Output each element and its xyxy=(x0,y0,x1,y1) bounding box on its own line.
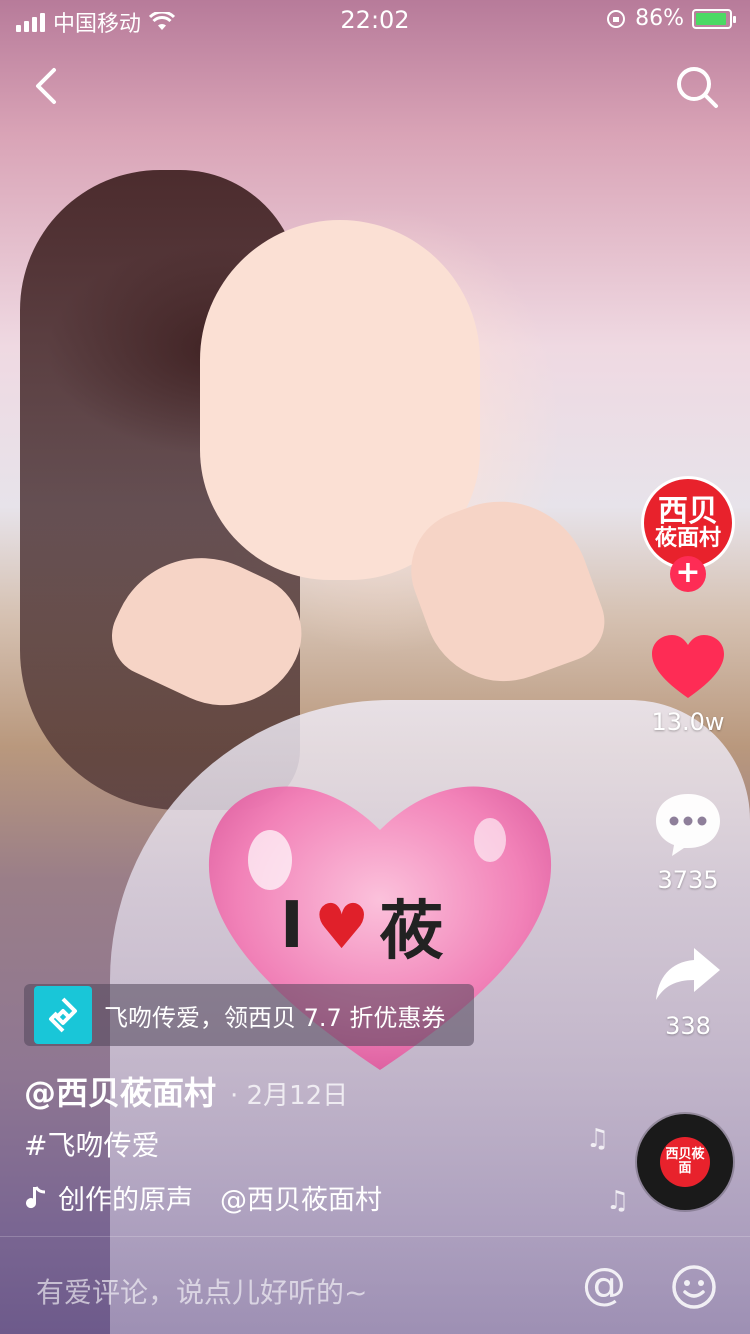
heart-icon xyxy=(652,635,724,698)
music-title: 创作的原声 @西贝莜面村 xyxy=(58,1185,382,1216)
comment-bar[interactable]: 有爱评论，说点儿好听的~ @ xyxy=(0,1236,750,1334)
music-note-icon: ♫ xyxy=(586,1124,610,1154)
like-button[interactable]: 13.0w xyxy=(640,634,736,736)
rotation-lock-icon xyxy=(607,9,626,28)
sticker-char: 莜 xyxy=(379,895,444,969)
follow-button[interactable]: + xyxy=(670,556,706,592)
battery-percent: 86% xyxy=(635,6,684,31)
music-marquee[interactable]: 创作的原声 @西贝莜面村 xyxy=(24,1178,424,1217)
share-button[interactable]: 338 xyxy=(640,944,736,1040)
battery-icon xyxy=(692,8,736,29)
music-note-icon xyxy=(26,1185,46,1208)
promo-text: 飞吻传爱，领西贝 7.7 折优惠券 xyxy=(104,1003,446,1032)
sticker-letter: I xyxy=(280,889,304,963)
share-count: 338 xyxy=(665,1012,711,1040)
post-date: · 2月12日 xyxy=(230,1081,349,1111)
comment-count: 3735 xyxy=(657,866,719,894)
status-bar: 中国移动 22:02 86% xyxy=(0,0,750,40)
comment-placeholder[interactable]: 有爱评论，说点儿好听的~ xyxy=(36,1271,367,1311)
mention-button[interactable]: @ xyxy=(582,1259,626,1310)
like-count: 13.0w xyxy=(651,708,725,736)
video-screen[interactable]: I ♥ 莜 中国移动 22:02 86% 西贝 莜面村 + 13.0w 3735… xyxy=(0,0,750,1334)
share-icon xyxy=(656,948,720,1000)
music-note-icon: ♫ xyxy=(606,1186,630,1216)
promo-banner[interactable]: 飞吻传爱，领西贝 7.7 折优惠券 xyxy=(24,984,474,1046)
music-disc[interactable]: 西贝莜面 xyxy=(637,1114,733,1210)
avatar-line2: 莜面村 xyxy=(654,526,721,552)
author-name[interactable]: @西贝莜面村 xyxy=(24,1068,216,1114)
promo-link-icon xyxy=(34,986,92,1044)
avatar-line1: 西贝 xyxy=(658,493,718,529)
heart-sticker-text: I ♥ 莜 xyxy=(280,880,443,972)
hashtag-link[interactable]: #飞吻传爱 xyxy=(24,1124,159,1164)
author-line: @西贝莜面村 · 2月12日 xyxy=(24,1068,348,1114)
comment-button[interactable]: 3735 xyxy=(640,790,736,894)
sticker-heart-icon: ♥ xyxy=(313,889,370,963)
back-button[interactable] xyxy=(18,60,78,120)
search-icon xyxy=(677,67,718,108)
search-button[interactable] xyxy=(668,60,728,120)
disc-label: 西贝莜面 xyxy=(660,1137,710,1187)
back-icon xyxy=(36,68,56,104)
comment-icon xyxy=(656,794,720,856)
emoji-icon[interactable] xyxy=(670,1263,718,1311)
